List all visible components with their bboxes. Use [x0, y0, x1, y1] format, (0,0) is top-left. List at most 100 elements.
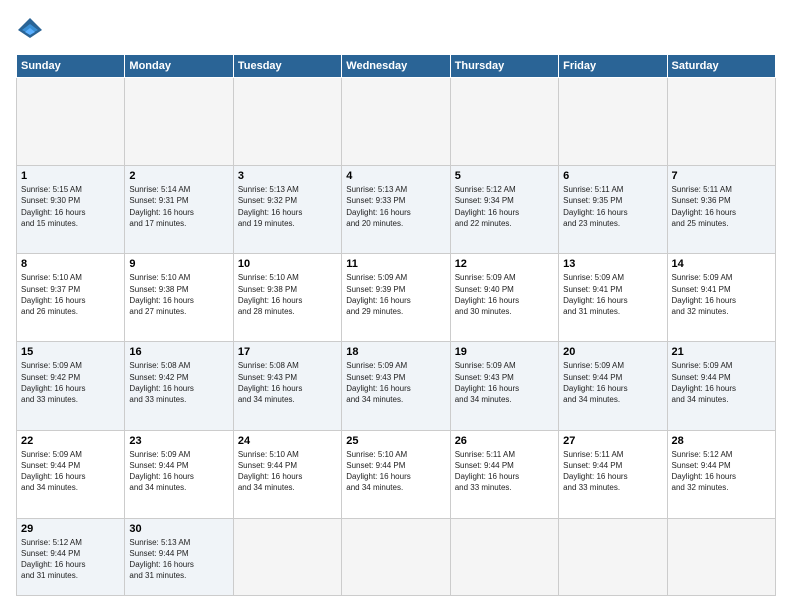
calendar-cell: 2 Sunrise: 5:14 AMSunset: 9:31 PMDaylight…: [125, 166, 233, 254]
calendar-cell: 4 Sunrise: 5:13 AMSunset: 9:33 PMDaylight…: [342, 166, 450, 254]
day-info: Sunrise: 5:11 AMSunset: 9:35 PMDaylight:…: [563, 184, 662, 229]
calendar-cell: [450, 518, 558, 595]
calendar-cell: 25 Sunrise: 5:10 AMSunset: 9:44 PMDayligh…: [342, 430, 450, 518]
day-info: Sunrise: 5:09 AMSunset: 9:44 PMDaylight:…: [129, 449, 228, 494]
calendar-cell: [450, 78, 558, 166]
day-info: Sunrise: 5:09 AMSunset: 9:44 PMDaylight:…: [563, 360, 662, 405]
day-number: 20: [563, 346, 662, 358]
day-number: 1: [21, 170, 120, 182]
calendar-cell: 5 Sunrise: 5:12 AMSunset: 9:34 PMDaylight…: [450, 166, 558, 254]
day-number: 28: [672, 435, 771, 447]
calendar-cell: [17, 78, 125, 166]
day-info: Sunrise: 5:10 AMSunset: 9:38 PMDaylight:…: [129, 272, 228, 317]
calendar-cell: 18Sunrise: 5:09 AMSunset: 9:43 PMDayligh…: [342, 342, 450, 430]
day-number: 5: [455, 170, 554, 182]
day-number: 10: [238, 258, 337, 270]
day-info: Sunrise: 5:15 AMSunset: 9:30 PMDaylight:…: [21, 184, 120, 229]
day-number: 11: [346, 258, 445, 270]
calendar-cell: 17 Sunrise: 5:08 AMSunset: 9:43 PMDayligh…: [233, 342, 341, 430]
day-of-week-header: Wednesday: [342, 55, 450, 78]
calendar-cell: 3 Sunrise: 5:13 AMSunset: 9:32 PMDaylight…: [233, 166, 341, 254]
calendar-cell: 28Sunrise: 5:12 AMSunset: 9:44 PMDayligh…: [667, 430, 775, 518]
page: SundayMondayTuesdayWednesdayThursdayFrid…: [0, 0, 792, 612]
calendar-cell: 16 Sunrise: 5:08 AMSunset: 9:42 PMDayligh…: [125, 342, 233, 430]
day-number: 9: [129, 258, 228, 270]
calendar-cell: 24 Sunrise: 5:10 AMSunset: 9:44 PMDayligh…: [233, 430, 341, 518]
day-info: Sunrise: 5:14 AMSunset: 9:31 PMDaylight:…: [129, 184, 228, 229]
day-of-week-header: Saturday: [667, 55, 775, 78]
calendar-cell: 30Sunrise: 5:13 AMSunset: 9:44 PMDayligh…: [125, 518, 233, 595]
day-info: Sunrise: 5:08 AMSunset: 9:43 PMDaylight:…: [238, 360, 337, 405]
day-number: 7: [672, 170, 771, 182]
header: [16, 16, 776, 44]
day-number: 16: [129, 346, 228, 358]
day-info: Sunrise: 5:09 AMSunset: 9:40 PMDaylight:…: [455, 272, 554, 317]
day-info: Sunrise: 5:13 AMSunset: 9:33 PMDaylight:…: [346, 184, 445, 229]
calendar-cell: 12 Sunrise: 5:09 AMSunset: 9:40 PMDayligh…: [450, 254, 558, 342]
day-info: Sunrise: 5:10 AMSunset: 9:44 PMDaylight:…: [346, 449, 445, 494]
day-number: 15: [21, 346, 120, 358]
day-number: 2: [129, 170, 228, 182]
day-info: Sunrise: 5:10 AMSunset: 9:38 PMDaylight:…: [238, 272, 337, 317]
day-of-week-header: Tuesday: [233, 55, 341, 78]
day-number: 25: [346, 435, 445, 447]
day-info: Sunrise: 5:11 AMSunset: 9:44 PMDaylight:…: [455, 449, 554, 494]
day-number: 18: [346, 346, 445, 358]
day-info: Sunrise: 5:12 AMSunset: 9:34 PMDaylight:…: [455, 184, 554, 229]
calendar-week-row: 22 Sunrise: 5:09 AMSunset: 9:44 PMDayligh…: [17, 430, 776, 518]
calendar-cell: 13Sunrise: 5:09 AMSunset: 9:41 PMDayligh…: [559, 254, 667, 342]
calendar-cell: [667, 518, 775, 595]
calendar-week-row: 1 Sunrise: 5:15 AMSunset: 9:30 PMDaylight…: [17, 166, 776, 254]
day-number: 30: [129, 523, 228, 535]
calendar-cell: 9 Sunrise: 5:10 AMSunset: 9:38 PMDaylight…: [125, 254, 233, 342]
day-number: 17: [238, 346, 337, 358]
calendar-cell: 23 Sunrise: 5:09 AMSunset: 9:44 PMDayligh…: [125, 430, 233, 518]
day-number: 14: [672, 258, 771, 270]
day-number: 4: [346, 170, 445, 182]
calendar-cell: [342, 518, 450, 595]
day-number: 12: [455, 258, 554, 270]
day-of-week-header: Monday: [125, 55, 233, 78]
calendar-week-row: 29 Sunrise: 5:12 AMSunset: 9:44 PMDayligh…: [17, 518, 776, 595]
day-info: Sunrise: 5:08 AMSunset: 9:42 PMDaylight:…: [129, 360, 228, 405]
calendar-cell: 14Sunrise: 5:09 AMSunset: 9:41 PMDayligh…: [667, 254, 775, 342]
day-info: Sunrise: 5:09 AMSunset: 9:41 PMDaylight:…: [563, 272, 662, 317]
calendar-cell: 27 Sunrise: 5:11 AMSunset: 9:44 PMDayligh…: [559, 430, 667, 518]
calendar-week-row: 15 Sunrise: 5:09 AMSunset: 9:42 PMDayligh…: [17, 342, 776, 430]
day-of-week-header: Friday: [559, 55, 667, 78]
day-number: 27: [563, 435, 662, 447]
day-info: Sunrise: 5:11 AMSunset: 9:44 PMDaylight:…: [563, 449, 662, 494]
day-number: 22: [21, 435, 120, 447]
calendar-cell: [559, 78, 667, 166]
calendar-week-row: 8 Sunrise: 5:10 AMSunset: 9:37 PMDaylight…: [17, 254, 776, 342]
day-info: Sunrise: 5:09 AMSunset: 9:43 PMDaylight:…: [455, 360, 554, 405]
calendar-cell: 8 Sunrise: 5:10 AMSunset: 9:37 PMDaylight…: [17, 254, 125, 342]
calendar-cell: [559, 518, 667, 595]
calendar-cell: 22 Sunrise: 5:09 AMSunset: 9:44 PMDayligh…: [17, 430, 125, 518]
day-info: Sunrise: 5:09 AMSunset: 9:42 PMDaylight:…: [21, 360, 120, 405]
day-number: 26: [455, 435, 554, 447]
day-info: Sunrise: 5:12 AMSunset: 9:44 PMDaylight:…: [21, 537, 120, 582]
day-info: Sunrise: 5:13 AMSunset: 9:32 PMDaylight:…: [238, 184, 337, 229]
day-number: 19: [455, 346, 554, 358]
day-number: 21: [672, 346, 771, 358]
calendar-cell: 15 Sunrise: 5:09 AMSunset: 9:42 PMDayligh…: [17, 342, 125, 430]
day-number: 23: [129, 435, 228, 447]
calendar-cell: 19 Sunrise: 5:09 AMSunset: 9:43 PMDayligh…: [450, 342, 558, 430]
calendar-cell: 1 Sunrise: 5:15 AMSunset: 9:30 PMDaylight…: [17, 166, 125, 254]
day-info: Sunrise: 5:10 AMSunset: 9:44 PMDaylight:…: [238, 449, 337, 494]
calendar-cell: 29 Sunrise: 5:12 AMSunset: 9:44 PMDayligh…: [17, 518, 125, 595]
day-number: 24: [238, 435, 337, 447]
calendar-table: SundayMondayTuesdayWednesdayThursdayFrid…: [16, 54, 776, 596]
calendar-header-row: SundayMondayTuesdayWednesdayThursdayFrid…: [17, 55, 776, 78]
day-info: Sunrise: 5:10 AMSunset: 9:37 PMDaylight:…: [21, 272, 120, 317]
calendar-cell: 26 Sunrise: 5:11 AMSunset: 9:44 PMDayligh…: [450, 430, 558, 518]
calendar-cell: [342, 78, 450, 166]
day-number: 29: [21, 523, 120, 535]
day-info: Sunrise: 5:09 AMSunset: 9:44 PMDaylight:…: [21, 449, 120, 494]
calendar-cell: 7Sunrise: 5:11 AMSunset: 9:36 PMDaylight…: [667, 166, 775, 254]
day-number: 3: [238, 170, 337, 182]
day-number: 8: [21, 258, 120, 270]
logo-icon: [16, 16, 44, 44]
calendar-cell: [667, 78, 775, 166]
